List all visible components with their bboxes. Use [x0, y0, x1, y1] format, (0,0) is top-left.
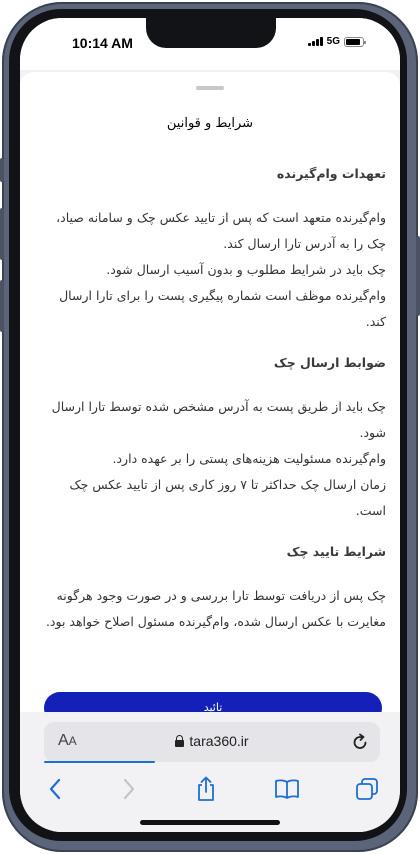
- lock-icon: [175, 735, 185, 747]
- section-body: وام‌گیرنده متعهد است که پس از تایید عکس …: [40, 205, 386, 335]
- url-display[interactable]: tara360.ir: [44, 733, 380, 749]
- battery-fill: [346, 38, 361, 45]
- back-button[interactable]: [40, 774, 70, 804]
- action-button: [0, 158, 4, 182]
- battery-icon: [344, 36, 366, 47]
- section-heading: ضوابط ارسال چک: [273, 355, 386, 370]
- signal-icon: [307, 37, 323, 46]
- safari-bottom-bar: AA tara360.ir: [20, 712, 400, 832]
- address-bar[interactable]: AA tara360.ir: [44, 722, 380, 762]
- dynamic-island: [146, 18, 276, 48]
- terms-content: تعهدات وام‌گیرنده وام‌گیرنده متعهد است ک…: [40, 146, 386, 651]
- section-sending-rules: ضوابط ارسال چک چک باید از طریق پست به آد…: [40, 355, 386, 524]
- chevron-left-icon: [49, 778, 61, 800]
- tabs-icon: [356, 778, 378, 800]
- sheet-grabber[interactable]: [196, 86, 224, 90]
- terms-sheet: شرایط و قوانین تعهدات وام‌گیرنده وام‌گیر…: [20, 72, 400, 712]
- volume-up-button: [0, 208, 4, 260]
- safari-toolbar: [20, 774, 400, 804]
- home-indicator: [140, 820, 280, 825]
- section-approval-conditions: شرایط تایید چک چک پس از دریافت توسط تارا…: [40, 544, 386, 635]
- screen: 10:14 AM 5G شرایط و قوانین تعهدات وام‌گی…: [20, 18, 400, 832]
- status-bar: 10:14 AM 5G: [20, 18, 400, 70]
- section-body-text: وام‌گیرنده متعهد است که پس از تایید عکس …: [56, 210, 386, 329]
- chevron-right-icon: [123, 778, 135, 800]
- confirm-button[interactable]: تائید: [44, 692, 382, 712]
- volume-down-button: [0, 280, 4, 332]
- power-button: [416, 236, 420, 316]
- section-heading: تعهدات وام‌گیرنده: [276, 166, 386, 181]
- tabs-button[interactable]: [352, 774, 382, 804]
- section-obligations: تعهدات وام‌گیرنده وام‌گیرنده متعهد است ک…: [40, 166, 386, 335]
- section-body: چک پس از دریافت توسط تارا بررسی و در صور…: [40, 583, 386, 635]
- page-load-progress: [44, 761, 155, 763]
- reload-icon[interactable]: [350, 732, 370, 752]
- share-icon: [198, 776, 214, 801]
- section-heading: شرایط تایید چک: [286, 544, 386, 559]
- sheet-title: شرایط و قوانین: [166, 116, 254, 131]
- share-button[interactable]: [191, 774, 221, 804]
- book-icon: [275, 779, 299, 799]
- section-body: چک باید از طریق پست به آدرس مشخص شده توس…: [40, 394, 386, 524]
- section-body-text: چک باید از طریق پست به آدرس مشخص شده توس…: [51, 399, 386, 518]
- url-text: tara360.ir: [189, 733, 249, 749]
- status-time: 10:14 AM: [72, 35, 133, 51]
- status-indicators: 5G: [307, 36, 366, 47]
- network-type: 5G: [326, 36, 340, 47]
- section-body-text: چک پس از دریافت توسط تارا بررسی و در صور…: [45, 588, 386, 629]
- bookmarks-button[interactable]: [272, 774, 302, 804]
- forward-button[interactable]: [114, 774, 144, 804]
